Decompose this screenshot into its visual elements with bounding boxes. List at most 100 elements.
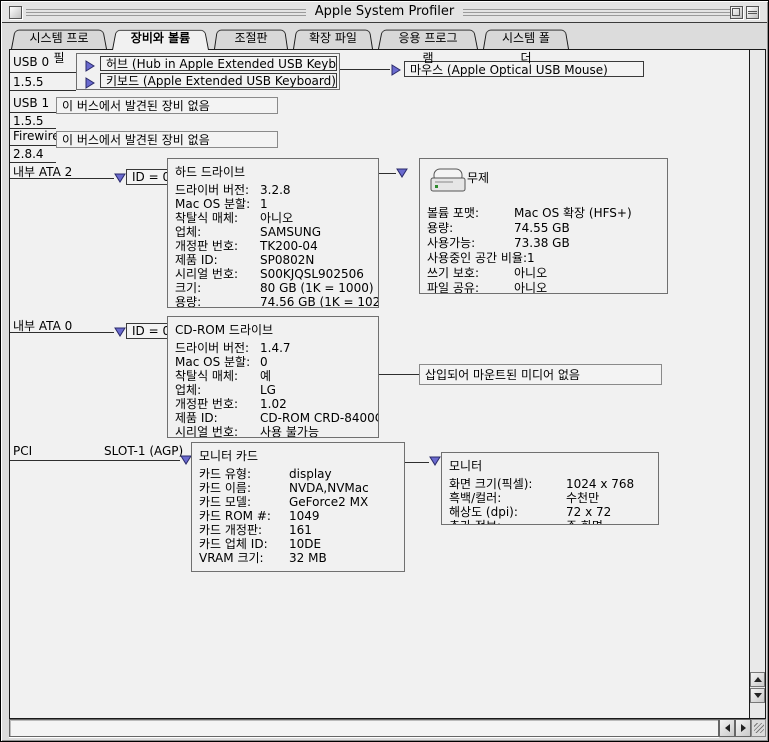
bus-name-pci: PCI — [13, 444, 32, 458]
spec-value: SAMSUNG — [260, 225, 321, 239]
arrow-down-icon — [754, 693, 762, 698]
disclosure-triangle-icon[interactable] — [396, 168, 408, 178]
spec-row: 카드 모델:GeForce2 MX — [192, 495, 404, 509]
device-item-hub[interactable]: 허브 (Hub in Apple Extended USB Keyboard) — [100, 56, 337, 71]
tab-label: 응용 프로그램 — [378, 28, 478, 68]
spec-row: 해상도 (dpi):72 x 72 — [442, 505, 658, 519]
disclosure-triangle-icon[interactable] — [114, 173, 126, 183]
spec-label: 카드 개정판: — [199, 523, 289, 537]
hard-disk-icon — [429, 166, 467, 196]
box-title: CD-ROM 드라이브 — [168, 317, 378, 340]
spec-row: 카드 유형:display — [192, 467, 404, 481]
scroll-down-button[interactable] — [750, 688, 765, 703]
spec-label: 해상도 (dpi): — [449, 505, 566, 519]
disclosure-triangle-icon[interactable] — [85, 77, 95, 89]
spec-label: Mac OS 분할: — [175, 197, 260, 211]
spec-value: 1 — [260, 197, 268, 211]
spec-row: Mac OS 분할:1 — [168, 197, 378, 211]
spec-row: 사용가능:73.38 GB — [420, 236, 667, 251]
spec-row: 추가 정보:주 화면 — [442, 519, 658, 525]
spec-row: 제품 ID:SP0802N — [168, 253, 378, 267]
spec-row: 업체:LG — [168, 383, 378, 397]
spec-value: 주 화면 — [566, 519, 603, 525]
connector-line — [10, 145, 56, 146]
tab-system-folders[interactable]: 시스템 폴더 — [483, 28, 569, 49]
spec-row: 드라이버 버전:3.2.8 — [168, 183, 378, 197]
tab-applications[interactable]: 응용 프로그램 — [378, 28, 478, 49]
bus-version-usb1: 1.5.5 — [13, 114, 44, 128]
spec-row: 드라이버 버전:1.4.7 — [168, 341, 378, 355]
spec-value: 아니오 — [514, 281, 547, 294]
collapse-button[interactable] — [746, 6, 759, 19]
disclosure-triangle-icon[interactable] — [429, 456, 441, 466]
hard-drive-info-box: 하드 드라이브 드라이버 버전:3.2.8Mac OS 분할:1착탈식 매체:아… — [167, 158, 379, 308]
connector-line — [10, 178, 114, 179]
spec-row: 볼륨 포맷:Mac OS 확장 (HFS+) — [420, 206, 667, 221]
spec-label: 화면 크기(픽셀): — [449, 477, 566, 491]
spec-value: 0 — [260, 355, 268, 369]
spec-label: 착탈식 매체: — [175, 211, 260, 225]
scroll-left-button[interactable] — [719, 719, 735, 737]
status-row — [9, 719, 766, 738]
spec-value: 80 GB (1K = 1000) — [260, 281, 374, 295]
spec-value: 예 — [260, 369, 271, 383]
spec-value: NVDA,NVMac — [289, 481, 369, 495]
spec-value: 73.38 GB — [514, 236, 570, 251]
zoom-button[interactable] — [730, 6, 743, 19]
connector-line — [10, 72, 76, 73]
spec-label: 카드 유형: — [199, 467, 289, 481]
tab-extensions[interactable]: 확장 파일 — [293, 28, 373, 49]
spec-row: 카드 업체 ID:10DE — [192, 537, 404, 551]
spec-label: 카드 업체 ID: — [199, 537, 289, 551]
ata2-id-badge: ID = 0 — [126, 169, 172, 185]
connector-line — [379, 374, 419, 375]
spec-value: 사용 불가능 — [260, 425, 319, 438]
spec-label: 드라이버 버전: — [175, 183, 260, 197]
spec-value: 1 — [527, 251, 535, 266]
arrow-left-icon — [725, 724, 730, 732]
tab-bar: 시스템 프로필 장비와 볼륨 조절판 확장 파일 응용 프로그램 시스템 폴더 — [11, 28, 569, 49]
spec-label: 카드 모델: — [199, 495, 289, 509]
firewire-empty-status: 이 버스에서 발견된 장비 없음 — [56, 131, 278, 148]
scroll-up-button[interactable] — [750, 672, 765, 687]
pci-slot-label: SLOT-1 (AGP) — [104, 444, 183, 458]
spec-label: 용량: — [175, 295, 260, 308]
close-button[interactable] — [9, 6, 22, 19]
title-bar[interactable]: Apple System Profiler — [2, 2, 767, 23]
spec-value: TK200-04 — [260, 239, 318, 253]
spec-label: VRAM 크기: — [199, 551, 289, 565]
volume-info-box: 무제 볼륨 포맷:Mac OS 확장 (HFS+)용량:74.55 GB사용가능… — [419, 158, 668, 294]
connector-line — [405, 462, 429, 463]
spec-row: 개정판 번호:TK200-04 — [168, 239, 378, 253]
spec-row: 크기:80 GB (1K = 1000) — [168, 281, 378, 295]
volume-header: 무제 — [420, 159, 667, 205]
connector-line — [10, 332, 114, 333]
spec-row: 착탈식 매체:아니오 — [168, 211, 378, 225]
device-item-keyboard[interactable]: 키보드 (Apple Extended USB Keyboard) — [100, 73, 337, 88]
box-title: 모니터 카드 — [192, 443, 404, 466]
disclosure-triangle-icon[interactable] — [114, 327, 126, 337]
tab-devices-and-volumes[interactable]: 장비와 볼륨 — [112, 28, 209, 49]
window-resize-handle[interactable] — [751, 719, 766, 737]
cdrom-drive-info-box: CD-ROM 드라이브 드라이버 버전:1.4.7Mac OS 분할:0착탈식 … — [167, 316, 379, 438]
vertical-scrollbar[interactable] — [749, 49, 766, 719]
spec-row: 용량:74.55 GB — [420, 221, 667, 236]
spec-label: 제품 ID: — [175, 253, 260, 267]
spec-label: 개정판 번호: — [175, 239, 260, 253]
spec-value: 161 — [289, 523, 312, 537]
spec-label: 추가 정보: — [449, 519, 566, 525]
scroll-right-button[interactable] — [735, 719, 751, 737]
bus-name-usb1: USB 1 — [13, 96, 49, 110]
spec-row: 착탈식 매체:예 — [168, 369, 378, 383]
spec-value: 1.4.7 — [260, 341, 291, 355]
spec-row: 시리얼 번호:사용 불가능 — [168, 425, 378, 438]
status-bar — [9, 719, 719, 737]
spec-value: CD-ROM CRD-8400C — [260, 411, 379, 425]
usb1-empty-status: 이 버스에서 발견된 장비 없음 — [56, 97, 278, 114]
tab-control-panels[interactable]: 조절판 — [214, 28, 288, 49]
tab-system-profile[interactable]: 시스템 프로필 — [11, 28, 107, 49]
spec-value: 수천만 — [566, 491, 599, 505]
spec-label: 시리얼 번호: — [175, 267, 260, 281]
media-status-box: 삽입되어 마운트된 미디어 없음 — [419, 364, 662, 385]
spec-value: 아니오 — [260, 211, 293, 225]
